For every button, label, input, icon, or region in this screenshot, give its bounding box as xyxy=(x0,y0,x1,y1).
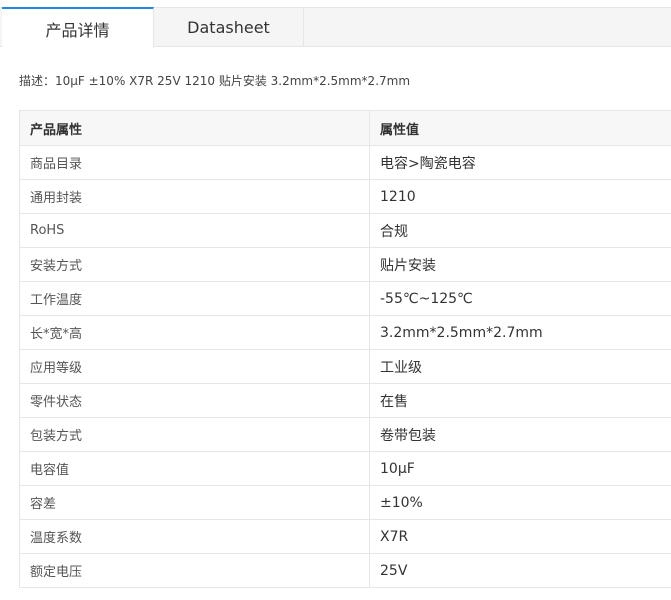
table-row: 安装方式 贴片安装 xyxy=(19,247,671,282)
table-row: 长*宽*高 3.2mm*2.5mm*2.7mm xyxy=(19,315,671,350)
table-row: 通用封装 1210 xyxy=(19,179,671,214)
attribute-name: 温度系数 xyxy=(19,519,370,554)
attribute-value: 25V xyxy=(369,553,671,588)
attribute-name: 商品目录 xyxy=(19,145,370,180)
attribute-name: 通用封装 xyxy=(19,179,370,214)
table-row: RoHS 合规 xyxy=(19,213,671,248)
header-attribute: 产品属性 xyxy=(19,110,370,146)
table-row: 容差 ±10% xyxy=(19,485,671,520)
attribute-name: 电容值 xyxy=(19,451,370,486)
attribute-name: 工作温度 xyxy=(19,281,370,316)
table-row: 商品目录 电容>陶瓷电容 xyxy=(19,145,671,180)
attribute-value: -55℃~125℃ xyxy=(369,281,671,316)
attribute-value: 3.2mm*2.5mm*2.7mm xyxy=(369,315,671,350)
tab-bar: 产品详情 Datasheet xyxy=(0,7,671,48)
table-row: 温度系数 X7R xyxy=(19,519,671,554)
attribute-value: 工业级 xyxy=(369,349,671,384)
attribute-value: X7R xyxy=(369,519,671,554)
attribute-name: 包装方式 xyxy=(19,417,370,452)
attribute-name: 安装方式 xyxy=(19,247,370,282)
attribute-name: RoHS xyxy=(19,213,370,248)
header-value: 属性值 xyxy=(369,110,671,146)
attribute-value: 卷带包装 xyxy=(369,417,671,452)
attribute-value: 合规 xyxy=(369,213,671,248)
tab-product-details[interactable]: 产品详情 xyxy=(2,7,154,48)
table-row: 应用等级 工业级 xyxy=(19,349,671,384)
product-description: 描述：10μF ±10% X7R 25V 1210 贴片安装 3.2mm*2.5… xyxy=(19,74,411,88)
attribute-table-body: 商品目录 电容>陶瓷电容 通用封装 1210 RoHS 合规 安装方式 贴片安装 工作温… xyxy=(19,145,671,588)
table-header-row: 产品属性 属性值 xyxy=(19,110,671,146)
attribute-value: 1210 xyxy=(369,179,671,214)
product-detail-page: 产品详情 Datasheet 描述：10μF ±10% X7R 25V 1210… xyxy=(0,0,671,600)
attribute-value: 在售 xyxy=(369,383,671,418)
table-row: 零件状态 在售 xyxy=(19,383,671,418)
attribute-value: 电容>陶瓷电容 xyxy=(369,145,671,180)
attribute-value: 贴片安装 xyxy=(369,247,671,282)
attribute-value: ±10% xyxy=(369,485,671,520)
attribute-name: 零件状态 xyxy=(19,383,370,418)
table-row: 额定电压 25V xyxy=(19,553,671,588)
attribute-name: 长*宽*高 xyxy=(19,315,370,350)
attribute-name: 额定电压 xyxy=(19,553,370,588)
attribute-name: 容差 xyxy=(19,485,370,520)
table-row: 电容值 10μF xyxy=(19,451,671,486)
table-row: 工作温度 -55℃~125℃ xyxy=(19,281,671,316)
attribute-table: 产品属性 属性值 商品目录 电容>陶瓷电容 通用封装 1210 RoHS 合规 安装方… xyxy=(19,110,671,588)
table-row: 包装方式 卷带包装 xyxy=(19,417,671,452)
attribute-name: 应用等级 xyxy=(19,349,370,384)
attribute-value: 10μF xyxy=(369,451,671,486)
tab-datasheet[interactable]: Datasheet xyxy=(154,7,304,47)
